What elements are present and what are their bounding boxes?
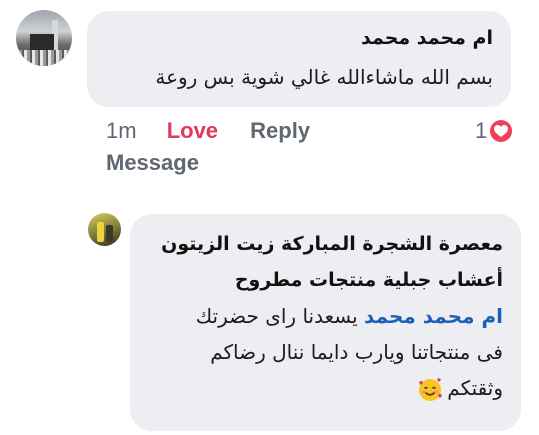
message-button[interactable]: Message [106, 148, 199, 178]
comment-bubble: ام محمد محمد بسم الله ماشاءالله غالي شوي… [87, 11, 511, 107]
love-reaction-button[interactable]: Love [167, 116, 218, 146]
commenter-avatar[interactable] [16, 10, 72, 66]
smiling-face-with-hearts-icon [417, 377, 443, 403]
reaction-summary[interactable]: 1 [475, 117, 513, 145]
reply-bubble: معصرة الشجرة المباركة زيت الزيتون أعشاب … [130, 214, 521, 431]
comment-text: بسم الله ماشاءالله غالي شوية بس روعة [155, 65, 493, 89]
reply-button[interactable]: Reply [250, 116, 310, 146]
comment-timestamp[interactable]: 1m [106, 116, 137, 146]
page-avatar[interactable] [88, 213, 121, 246]
reply-text-part: يسعدنا راى حضرتك [195, 304, 358, 328]
reply-author-name-line1[interactable]: معصرة الشجرة المباركة زيت الزيتون [146, 226, 503, 262]
heart-icon [490, 120, 513, 142]
reply-text-part: وثقتكم [447, 376, 503, 400]
avatar-crowd-shape [16, 50, 72, 66]
avatar-bottle-shape [106, 225, 113, 242]
reply-text-line3: وثقتكم [146, 370, 503, 406]
comment-author-name[interactable]: ام محمد محمد [105, 23, 493, 53]
comment-actions: 1m Love Reply [106, 116, 310, 146]
mention-link[interactable]: ام محمد محمد [364, 304, 503, 328]
avatar-bottle-shape [97, 222, 104, 242]
reply-text-line1: ام محمد محمد يسعدنا راى حضرتك [146, 298, 503, 334]
reply-author-name-line2[interactable]: أعشاب جبلية منتجات مطروح [146, 262, 503, 298]
reply-text-line2: فى منتجاتنا ويارب دايما ننال رضاكم [210, 340, 503, 364]
reaction-count: 1 [475, 118, 488, 143]
